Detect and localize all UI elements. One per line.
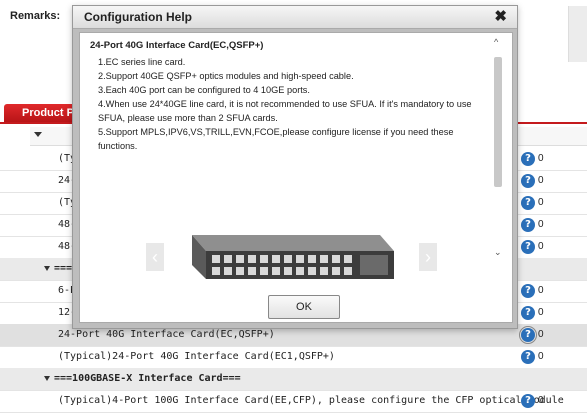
- remarks-field[interactable]: [568, 6, 587, 62]
- collapse-caret-icon[interactable]: [44, 375, 50, 381]
- chevron-right-icon[interactable]: ›: [419, 243, 437, 271]
- row-count: 0: [538, 285, 544, 296]
- ok-button[interactable]: OK: [268, 295, 340, 319]
- row-count: 0: [538, 175, 544, 186]
- help-line: 2.Support 40GE QSFP+ optics modules and …: [98, 71, 354, 81]
- question-circle-icon[interactable]: ?: [521, 284, 535, 298]
- question-circle-icon[interactable]: ?: [521, 152, 535, 166]
- row-count: 0: [538, 307, 544, 318]
- help-scrollbar[interactable]: ^ ⌄: [490, 35, 506, 261]
- dialog-title: Configuration Help: [84, 10, 192, 24]
- dialog-body: 24-Port 40G Interface Card(EC,QSFP+) 1.E…: [79, 32, 513, 323]
- line-card-image: [192, 235, 394, 279]
- collapse-caret-icon[interactable]: [44, 265, 50, 271]
- row-label: (Typical)4-Port 100G Interface Card(EE,C…: [58, 390, 564, 412]
- row-count: 0: [538, 153, 544, 164]
- row-count: 0: [538, 395, 544, 406]
- card-title: 24-Port 40G Interface Card(EC,QSFP+): [90, 40, 264, 51]
- row-label: ===100GBASE-X Interface Card===: [44, 368, 241, 390]
- row-count: 0: [538, 219, 544, 230]
- scroll-down-icon[interactable]: ⌄: [494, 247, 502, 258]
- row-text: (Typical)24-Port 40G Interface Card(EC1,…: [58, 351, 335, 362]
- row-text: (Typical)4-Port 100G Interface Card(EE,C…: [58, 395, 564, 406]
- row-count: 0: [538, 351, 544, 362]
- question-circle-icon[interactable]: ?: [521, 218, 535, 232]
- close-icon[interactable]: ✖: [494, 7, 507, 25]
- remarks-label: Remarks:: [10, 10, 61, 22]
- question-circle-icon[interactable]: ?: [521, 240, 535, 254]
- question-circle-icon[interactable]: ?: [521, 350, 535, 364]
- help-content: 24-Port 40G Interface Card(EC,QSFP+) 1.E…: [90, 39, 486, 153]
- row-count: 0: [538, 329, 544, 340]
- chevron-left-icon[interactable]: ‹: [146, 243, 164, 271]
- help-line: 4.When use 24*40GE line card, it is not …: [98, 99, 472, 123]
- row-count: 0: [538, 241, 544, 252]
- configuration-help-dialog: Configuration Help ✖ 24-Port 40G Interfa…: [72, 5, 518, 329]
- row-count: 0: [538, 197, 544, 208]
- help-line: 3.Each 40G port can be configured to 4 1…: [98, 85, 310, 95]
- table-row[interactable]: (Typical)24-Port 40G Interface Card(EC1,…: [0, 346, 587, 369]
- table-row[interactable]: (Typical)4-Port 100G Interface Card(EE,C…: [0, 390, 587, 413]
- question-circle-icon[interactable]: ?: [521, 394, 535, 408]
- scroll-up-icon[interactable]: ^: [494, 37, 498, 47]
- row-text: 24-Port 40G Interface Card(EC,QSFP+): [58, 329, 275, 340]
- group-row[interactable]: ===100GBASE-X Interface Card===: [0, 368, 587, 391]
- row-label: ===: [44, 258, 72, 280]
- dialog-header: Configuration Help ✖: [73, 6, 517, 29]
- question-circle-icon[interactable]: ?: [519, 326, 537, 344]
- row-text: ===: [54, 263, 73, 274]
- question-circle-icon[interactable]: ?: [521, 174, 535, 188]
- question-circle-icon[interactable]: ?: [521, 196, 535, 210]
- question-circle-icon[interactable]: ?: [521, 306, 535, 320]
- row-label: (Typical)24-Port 40G Interface Card(EC1,…: [58, 346, 335, 368]
- sort-caret-icon[interactable]: [34, 132, 42, 137]
- row-text: ===100GBASE-X Interface Card===: [54, 373, 241, 384]
- help-line: 1.EC series line card.: [98, 57, 186, 67]
- help-line: 5.Support MPLS,IPV6,VS,TRILL,EVN,FCOE,pl…: [98, 127, 454, 151]
- scroll-thumb[interactable]: [494, 57, 502, 187]
